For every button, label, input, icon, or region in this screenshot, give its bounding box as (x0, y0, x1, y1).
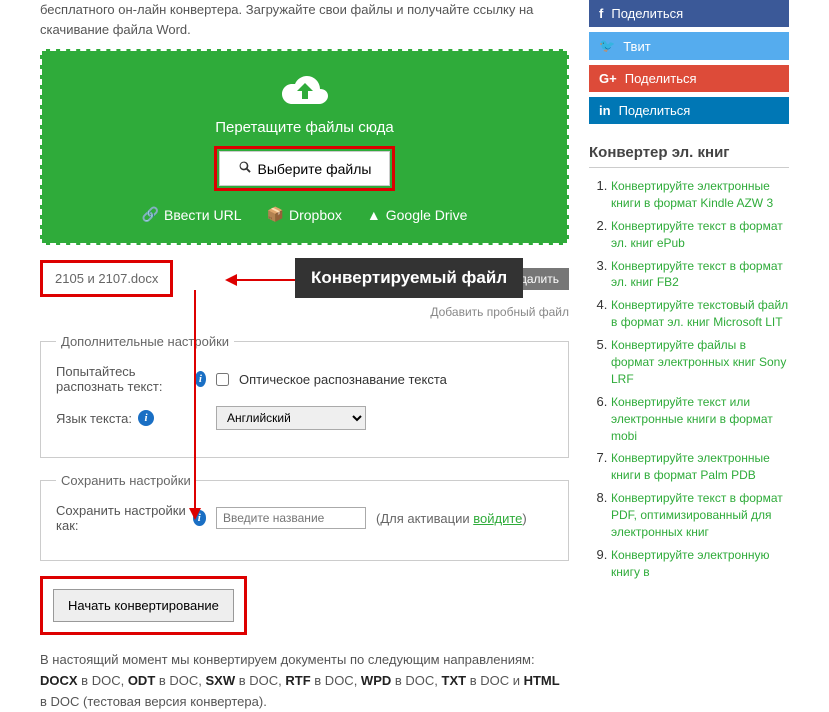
list-item: Конвертируйте текст в формат PDF, оптими… (611, 490, 789, 541)
formats-text: В настоящий момент мы конвертируем докум… (40, 650, 569, 712)
list-item: Конвертируйте файлы в формат электронных… (611, 337, 789, 388)
ocr-checkbox[interactable] (216, 373, 229, 386)
twitter-icon: 🐦 (599, 38, 615, 54)
ebook-link[interactable]: Конвертируйте текст в формат эл. книг FB… (611, 259, 783, 290)
ocr-check-label: Оптическое распознавание текста (239, 372, 447, 387)
ebook-link[interactable]: Конвертируйте текст в формат эл. книг eP… (611, 219, 783, 250)
ebook-link[interactable]: Конвертируйте электронные книги в формат… (611, 179, 773, 210)
share-googleplus[interactable]: G+Поделиться (589, 65, 789, 92)
highlight-choose: Выберите файлы (214, 146, 396, 191)
login-link[interactable]: войдите (473, 511, 522, 526)
info-icon[interactable]: i (195, 371, 206, 387)
save-settings-legend: Сохранить настройки (56, 473, 196, 488)
facebook-icon: f (599, 6, 603, 21)
share-linkedin[interactable]: inПоделиться (589, 97, 789, 124)
list-item: Конвертируйте электронные книги в формат… (611, 450, 789, 484)
dropbox-link[interactable]: 📦Dropbox (267, 206, 342, 223)
cloud-upload-icon (280, 71, 330, 111)
list-item: Конвертируйте текст или электронные книг… (611, 394, 789, 445)
extra-settings: Дополнительные настройки Попытайтесь рас… (40, 334, 569, 458)
lang-label: Язык текста: (56, 411, 132, 426)
uploaded-filename: 2105 и 2107.docx (40, 260, 173, 297)
info-icon[interactable]: i (193, 510, 206, 526)
drop-text: Перетащите файлы сюда (62, 119, 547, 136)
annotation-overlay: Конвертируемый файл (295, 258, 523, 298)
ebook-link[interactable]: Конвертируйте текстовый файл в формат эл… (611, 298, 788, 329)
link-icon: 🔗 (142, 206, 159, 223)
ocr-label: Попытайтесь распознать текст: (56, 364, 189, 394)
ebook-link[interactable]: Конвертируйте электронную книгу в (611, 548, 769, 579)
save-as-label: Сохранить настройки как: (56, 503, 187, 533)
intro-text: бесплатного он-лайн конвертера. Загружай… (40, 0, 569, 39)
login-hint: (Для активации войдите) (376, 511, 527, 526)
ebook-link[interactable]: Конвертируйте файлы в формат электронных… (611, 338, 786, 386)
share-facebook[interactable]: fПоделиться (589, 0, 789, 27)
list-item: Конвертируйте текст в формат эл. книг FB… (611, 258, 789, 292)
list-item: Конвертируйте электронную книгу в (611, 547, 789, 581)
info-icon[interactable]: i (138, 410, 154, 426)
gdrive-icon: ▲ (367, 207, 381, 223)
language-select[interactable]: Английский (216, 406, 366, 430)
ebook-link[interactable]: Конвертируйте текст в формат PDF, оптими… (611, 491, 783, 539)
extra-settings-legend: Дополнительные настройки (56, 334, 234, 349)
ebook-link[interactable]: Конвертируйте электронные книги в формат… (611, 451, 770, 482)
gdrive-link[interactable]: ▲Google Drive (367, 206, 468, 223)
list-item: Конвертируйте текстовый файл в формат эл… (611, 297, 789, 331)
list-item: Конвертируйте текст в формат эл. книг eP… (611, 218, 789, 252)
save-settings: Сохранить настройки Сохранить настройки … (40, 473, 569, 561)
start-convert-button[interactable]: Начать конвертирование (53, 589, 234, 622)
share-twitter[interactable]: 🐦Твит (589, 32, 789, 60)
enter-url-link[interactable]: 🔗Ввести URL (142, 206, 242, 223)
settings-name-input[interactable] (216, 507, 366, 529)
dropzone[interactable]: Перетащите файлы сюда Выберите файлы 🔗Вв… (40, 49, 569, 245)
choose-files-label: Выберите файлы (258, 161, 372, 177)
gplus-icon: G+ (599, 71, 617, 86)
highlight-convert: Начать конвертирование (40, 576, 247, 635)
choose-files-button[interactable]: Выберите файлы (219, 151, 391, 186)
ebook-heading: Конвертер эл. книг (589, 144, 789, 168)
dropbox-icon: 📦 (267, 206, 284, 223)
search-icon (238, 160, 252, 177)
linkedin-icon: in (599, 103, 611, 118)
ebook-link[interactable]: Конвертируйте текст или электронные книг… (611, 395, 773, 443)
add-sample-file[interactable]: Добавить пробный файл (40, 305, 569, 319)
ebook-list: Конвертируйте электронные книги в формат… (589, 178, 789, 581)
list-item: Конвертируйте электронные книги в формат… (611, 178, 789, 212)
